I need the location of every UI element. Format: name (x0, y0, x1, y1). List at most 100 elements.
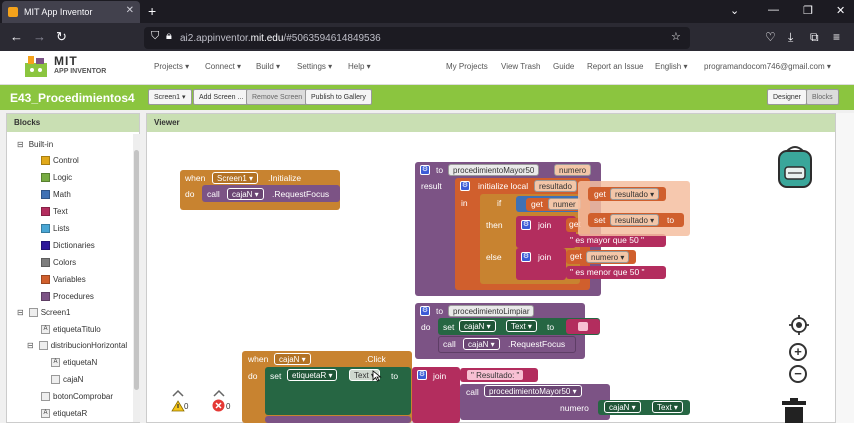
backpack-icon[interactable] (773, 143, 817, 189)
collapse-icon[interactable]: ⊟ (17, 140, 24, 149)
builtin-text[interactable]: Text (41, 207, 68, 216)
component-etiquetaN[interactable]: A etiquetaN (51, 358, 97, 367)
category-swatch-icon (41, 241, 50, 250)
screen-icon (28, 308, 38, 317)
builtin-label: Colors (53, 258, 77, 267)
blocks-button[interactable]: Blocks (806, 89, 839, 105)
button-component-icon (41, 392, 50, 401)
call-limpiar-block[interactable] (265, 416, 411, 423)
builtin-variables[interactable]: Variables (41, 275, 86, 284)
builtin-dictionaries[interactable]: Dictionaries (41, 241, 95, 250)
param-numero[interactable]: numero (554, 164, 592, 176)
component-dropdown[interactable]: cajaN ▾ (274, 353, 311, 365)
builtin-procedures[interactable]: Procedures (41, 292, 94, 301)
builtin-logic[interactable]: Logic (41, 173, 72, 182)
designer-button[interactable]: Designer (767, 89, 808, 105)
close-tab-icon[interactable]: ✕ (126, 5, 134, 16)
screen-dropdown[interactable]: Screen1 ▾ (212, 172, 259, 184)
lock-icon[interactable]: 🔒︎ (166, 30, 172, 43)
menu-projects[interactable]: Projects ▾ (154, 62, 189, 71)
warnings-count: 0 (184, 402, 189, 411)
mutator-gear-icon[interactable]: ⚙ (521, 252, 531, 262)
errors-toggle-icon[interactable] (212, 388, 226, 398)
string-resultado[interactable]: " Resultado: " (466, 369, 525, 381)
url-bar[interactable]: ai2.appinventor. mit.edu/#506359461484953… (144, 27, 690, 49)
mutator-gear-icon[interactable]: ⚙ (521, 220, 531, 230)
link-report-issue[interactable]: Report an Issue (587, 62, 643, 71)
collapse-icon[interactable]: ⊟ (27, 341, 34, 350)
remove-screen-button[interactable]: Remove Screen (246, 89, 309, 105)
var-dropdown[interactable]: resultado ▾ (610, 214, 660, 226)
zoom-in-icon[interactable]: + (789, 343, 807, 361)
new-tab-icon[interactable]: + (148, 3, 156, 19)
mutator-gear-icon[interactable]: ⚙ (420, 165, 430, 175)
mutator-gear-icon[interactable]: ⚙ (420, 306, 430, 316)
procedure-name-field[interactable]: procedimientoMayor50 (448, 164, 540, 176)
menu-help[interactable]: Help ▾ (348, 62, 371, 71)
zoom-out-icon[interactable]: − (789, 365, 807, 383)
component-etiquetaR[interactable]: A etiquetaR (41, 409, 87, 418)
builtin-colors[interactable]: Colors (41, 258, 76, 267)
screen-selector-button[interactable]: Screen1 ▾ (148, 89, 192, 105)
menu-icon[interactable]: ≡ (833, 30, 840, 44)
tab-list-icon[interactable]: ⌄ (730, 4, 739, 17)
collapse-icon[interactable]: ⊟ (17, 308, 24, 317)
mutator-gear-icon[interactable]: ⚙ (460, 181, 470, 191)
component-dropdown[interactable]: etiquetaR ▾ (287, 369, 338, 381)
component-dropdown[interactable]: cajaN ▾ (604, 401, 641, 413)
empty-string-field[interactable] (578, 322, 588, 331)
link-my-projects[interactable]: My Projects (446, 62, 488, 71)
kw-call: call (443, 339, 456, 349)
var-dropdown[interactable]: numer (548, 198, 581, 210)
forward-icon[interactable]: → (33, 29, 46, 44)
component-etiquetaTitulo[interactable]: A etiquetaTitulo (41, 325, 101, 334)
property-dropdown[interactable]: Text ▾ (652, 401, 683, 413)
var-dropdown[interactable]: numero ▾ (586, 251, 630, 263)
maximize-icon[interactable]: ❐ (803, 4, 813, 17)
back-icon[interactable]: ← (10, 29, 23, 44)
component-botonComprobar[interactable]: botonComprobar (41, 392, 113, 401)
component-dropdown[interactable]: cajaN ▾ (227, 188, 264, 200)
var-dropdown[interactable]: resultado ▾ (610, 188, 660, 200)
component-dropdown[interactable]: cajaN ▾ (463, 338, 500, 350)
screen1-node[interactable]: ⊟ Screen1 (17, 308, 71, 317)
menu-language[interactable]: English ▾ (655, 62, 687, 71)
builtin-group[interactable]: ⊟ Built-in (17, 140, 53, 149)
bookmark-star-icon[interactable]: ☆ (671, 30, 681, 43)
builtin-control[interactable]: Control (41, 156, 79, 165)
shield-icon[interactable]: ⛉ (151, 30, 159, 43)
builtin-lists[interactable]: Lists (41, 224, 69, 233)
publish-gallery-button[interactable]: Publish to Gallery (305, 89, 372, 105)
trash-icon[interactable] (780, 398, 808, 423)
component-cajaN[interactable]: cajaN (51, 375, 83, 384)
property-dropdown[interactable]: Text ▾ (506, 320, 537, 332)
minimize-icon[interactable]: — (768, 4, 779, 16)
recenter-icon[interactable] (789, 315, 809, 335)
menu-connect[interactable]: Connect ▾ (205, 62, 241, 71)
close-window-icon[interactable]: ✕ (836, 4, 845, 17)
builtin-math[interactable]: Math (41, 190, 71, 199)
browser-tab[interactable]: MIT App Inventor ✕ (2, 1, 140, 23)
menu-settings[interactable]: Settings ▾ (297, 62, 332, 71)
download-icon[interactable]: ⤓ (788, 30, 793, 45)
menu-account[interactable]: programandocom746@gmail.com ▾ (704, 62, 831, 71)
local-var-name[interactable]: resultado (534, 180, 577, 192)
kw-join: join (433, 371, 447, 381)
reload-icon[interactable]: ↻ (56, 29, 67, 45)
component-dropdown[interactable]: cajaN ▾ (459, 320, 496, 332)
mutator-gear-icon[interactable]: ⚙ (417, 370, 427, 380)
procedure-dropdown[interactable]: procedimientoMayor50 ▾ (484, 385, 582, 397)
link-guide[interactable]: Guide (553, 62, 574, 71)
page-scrollbar[interactable] (836, 113, 854, 423)
scrollbar-thumb[interactable] (134, 150, 139, 390)
menu-build[interactable]: Build ▾ (256, 62, 280, 71)
pocket-icon[interactable]: ♡ (765, 30, 776, 44)
add-screen-button[interactable]: Add Screen ... (193, 89, 250, 105)
extensions-icon[interactable]: ⧉ (810, 30, 819, 45)
warnings-toggle-icon[interactable] (171, 388, 185, 398)
procedure-name-field[interactable]: procedimientoLimpiar (448, 305, 535, 317)
component-distribucionHorizontal[interactable]: ⊟ distribucionHorizontal (27, 341, 127, 350)
link-view-trash[interactable]: View Trash (501, 62, 540, 71)
category-swatch-icon (41, 275, 50, 284)
url-suffix: /#5063594614849536 (283, 32, 381, 44)
